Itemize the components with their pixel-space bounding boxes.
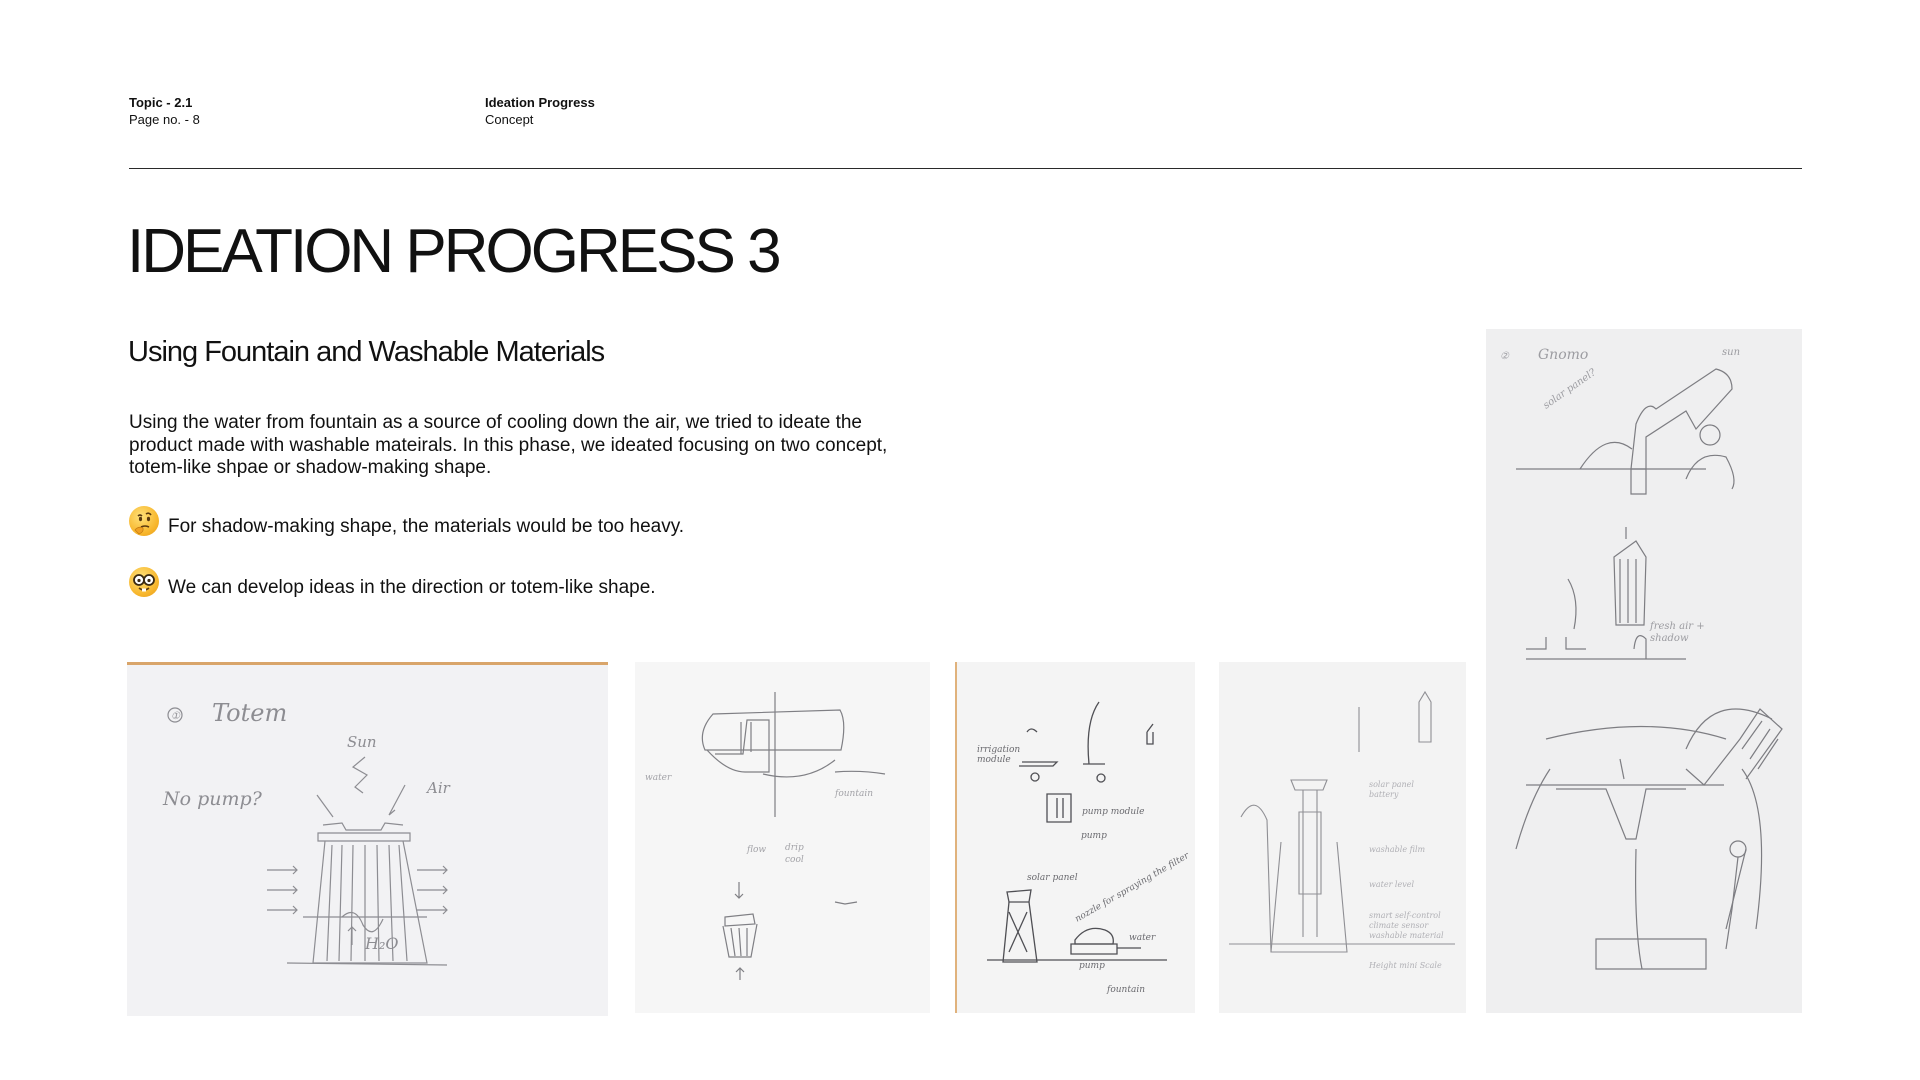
svg-text:drip: drip <box>785 843 804 853</box>
svg-text:smart self-control: smart self-control <box>1369 911 1441 920</box>
sketch-photo-pump-module: irrigation module pump module pump solar… <box>955 662 1195 1013</box>
svg-text:fountain: fountain <box>834 789 873 799</box>
note-item: We can develop ideas in the direction or… <box>129 566 656 598</box>
svg-text:battery: battery <box>1369 790 1399 799</box>
sketch-title: Totem <box>212 699 287 727</box>
topic-label: Topic - 2.1 <box>129 95 193 110</box>
sketch-photo-shadow-shape: ② Gnomo solar panel? sun fresh air + sha… <box>1486 329 1802 1013</box>
svg-text:solar panel: solar panel <box>1369 780 1414 789</box>
section-subtitle: Concept <box>485 112 534 127</box>
svg-text:fresh air +: fresh air + <box>1649 621 1705 632</box>
svg-text:pump: pump <box>1079 961 1105 971</box>
sketch-photo-totem-section: solar panel battery washable film water … <box>1219 662 1466 1013</box>
svg-text:shadow: shadow <box>1650 633 1689 644</box>
svg-text:Height mini Scale: Height mini Scale <box>1368 961 1442 970</box>
svg-text:cool: cool <box>785 855 804 865</box>
svg-text:nozzle for spraying the filter: nozzle for spraying the filter <box>1074 851 1192 925</box>
svg-text:washable material: washable material <box>1369 931 1444 940</box>
description-paragraph: Using the water from fountain as a sourc… <box>129 412 888 478</box>
note-item: For shadow-making shape, the materials w… <box>129 505 684 537</box>
svg-text:fountain: fountain <box>1106 985 1145 995</box>
svg-text:water: water <box>645 773 672 783</box>
note-text: We can develop ideas in the direction or… <box>168 577 656 598</box>
svg-text:water: water <box>1129 933 1156 943</box>
sketch-label-sun: Sun <box>347 733 377 751</box>
sketch-label-water: H₂O <box>364 934 398 953</box>
sketch-label-pump: No pump? <box>162 788 263 810</box>
sketch-number: ① <box>171 711 181 722</box>
page-subtitle: Using Fountain and Washable Materials <box>128 336 605 368</box>
note-text: For shadow-making shape, the materials w… <box>168 516 685 537</box>
nerd-face-icon <box>129 567 159 597</box>
page-title: IDEATION PROGRESS 3 <box>127 217 782 286</box>
svg-text:sun: sun <box>1722 347 1740 358</box>
sketch-photo-fountain: water flow drip cool fountain <box>635 662 930 1013</box>
header-divider <box>129 168 1802 169</box>
svg-text:washable film: washable film <box>1369 845 1425 854</box>
thinking-face-icon <box>129 506 159 536</box>
sketch-photo-totem: ① Totem Sun Air No pump? H₂O <box>127 662 608 1016</box>
sketch-label-air: Air <box>425 779 451 797</box>
svg-text:solar panel: solar panel <box>1027 873 1078 883</box>
sketch-number: ② <box>1500 351 1510 362</box>
sketch-title: Gnomo <box>1538 347 1588 363</box>
svg-text:irrigation: irrigation <box>977 745 1020 755</box>
svg-text:solar panel?: solar panel? <box>1541 367 1598 412</box>
svg-text:flow: flow <box>746 845 766 855</box>
svg-text:pump module: pump module <box>1082 807 1144 817</box>
page-number: Page no. - 8 <box>129 112 200 127</box>
svg-text:module: module <box>977 755 1011 765</box>
svg-text:water level: water level <box>1369 880 1414 889</box>
section-title: Ideation Progress <box>485 95 595 110</box>
svg-text:pump: pump <box>1081 831 1107 841</box>
svg-text:climate sensor: climate sensor <box>1369 921 1429 930</box>
